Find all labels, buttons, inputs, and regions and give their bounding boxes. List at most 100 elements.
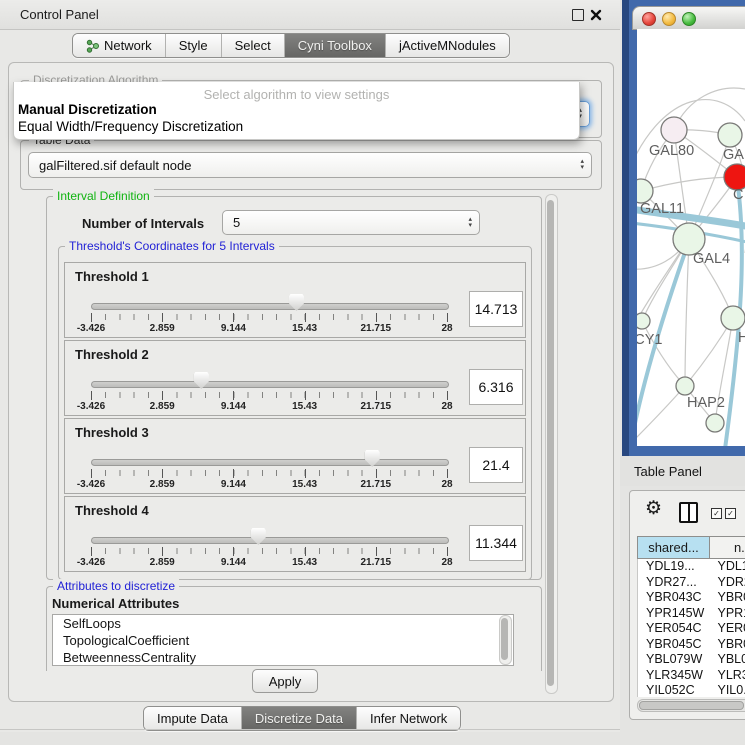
network-node-label: GA <box>723 147 744 163</box>
group-title: Threshold's Coordinates for 5 Intervals <box>65 239 279 253</box>
slider-major-tick <box>305 547 306 556</box>
attributes-list-scrollbar[interactable] <box>499 615 512 665</box>
slider-track[interactable] <box>91 459 449 466</box>
slider-tick-label: 21.715 <box>361 401 392 412</box>
slider-track[interactable] <box>91 537 449 544</box>
dropdown-option-equal-width-frequency[interactable]: Equal Width/Frequency Discretization <box>18 119 575 134</box>
dropdown-prompt: Select algorithm to view settings <box>14 87 579 102</box>
checkbox-checked-icon[interactable]: ✓ <box>725 508 736 519</box>
table-row[interactable]: YIL052CYIL0... <box>638 683 745 697</box>
tab-network[interactable]: Network <box>73 34 165 57</box>
table-row[interactable]: YER054CYER0... <box>638 621 745 637</box>
vertical-scrollbar[interactable] <box>545 194 558 694</box>
dropdown-option-manual-discretization[interactable]: Manual Discretization <box>18 102 575 117</box>
tab-discretize-data[interactable]: Discretize Data <box>241 707 356 730</box>
cell-shared-name: YER054C <box>638 621 710 637</box>
threshold-value-field[interactable]: 6.316 <box>469 369 523 405</box>
minimize-traffic-light[interactable] <box>662 12 676 26</box>
network-node-h[interactable] <box>721 306 745 330</box>
table-row[interactable]: YPR145WYPR1... <box>638 606 745 622</box>
cell-shared-name: YPR145W <box>638 606 710 622</box>
network-node-label: HAP2 <box>687 395 725 411</box>
slider-major-tick <box>91 469 92 478</box>
network-canvas[interactable]: GAL80GACGAL11GAL4GCY1HHAP2 <box>637 29 745 446</box>
cell-name: YBR0... <box>710 590 745 606</box>
column-header-name[interactable]: n... <box>710 536 745 559</box>
numerical-attributes-label: Numerical Attributes <box>52 596 179 611</box>
table-row[interactable]: YBR045CYBR0... <box>638 637 745 653</box>
float-window-icon[interactable] <box>572 9 584 21</box>
threshold-value-field[interactable]: 11.344 <box>469 525 523 561</box>
threshold-value-field[interactable]: 14.713 <box>469 291 523 327</box>
apply-button[interactable]: Apply <box>252 669 318 693</box>
network-icon <box>86 39 99 53</box>
slider-major-tick <box>376 469 377 478</box>
attribute-list-item[interactable]: TopologicalCoefficient <box>53 632 513 649</box>
network-node-ga[interactable] <box>718 123 742 147</box>
tab-label: jActiveMNodules <box>399 38 496 53</box>
gear-icon[interactable]: ⚙ <box>645 499 662 518</box>
tab-infer-network[interactable]: Infer Network <box>356 707 460 730</box>
horizontal-scrollbar[interactable] <box>637 699 745 712</box>
control-panel-titlebar[interactable]: Control Panel <box>0 0 620 30</box>
cell-name: YER0... <box>710 621 745 637</box>
table-data-combo-value: galFiltered.sif default node <box>39 158 191 173</box>
table-data-combobox[interactable]: galFiltered.sif default node ▴▾ <box>28 152 592 178</box>
tab-jactivemnodules[interactable]: jActiveMNodules <box>385 34 509 57</box>
table-body: YDL19...YDL1...YDR27...YDR2...YBR043CYBR… <box>637 559 745 697</box>
network-node[interactable] <box>706 414 724 432</box>
slider-major-tick <box>233 313 234 322</box>
scrollbar-thumb[interactable] <box>501 618 508 660</box>
attribute-list-item[interactable]: BetweennessCentrality <box>53 649 513 666</box>
number-of-intervals-combobox[interactable]: 5 ▴▾ <box>222 210 480 235</box>
tab-style[interactable]: Style <box>165 34 221 57</box>
tab-cyni-toolbox[interactable]: Cyni Toolbox <box>284 34 385 57</box>
slider-major-tick <box>91 547 92 556</box>
tab-select[interactable]: Select <box>221 34 284 57</box>
scrollbar-thumb[interactable] <box>639 701 744 710</box>
table-row[interactable]: YDR27...YDR2... <box>638 575 745 591</box>
zoom-traffic-light[interactable] <box>682 12 696 26</box>
slider-track[interactable] <box>91 381 449 388</box>
top-tab-bar: NetworkStyleSelectCyni Toolbox jActiveMNo… <box>72 33 510 58</box>
slider-tick-label: 9.144 <box>221 479 246 490</box>
close-traffic-light[interactable] <box>642 12 656 26</box>
cell-shared-name: YBR045C <box>638 637 710 653</box>
table-row[interactable]: YBR043CYBR0... <box>638 590 745 606</box>
network-window-titlebar[interactable] <box>632 6 745 30</box>
network-node-gal80[interactable] <box>661 117 687 143</box>
slider-tick-label: 15.43 <box>292 401 317 412</box>
network-node-hap2[interactable] <box>676 377 694 395</box>
slider-tick-label: -3.426 <box>77 557 105 568</box>
slider-major-tick <box>91 391 92 400</box>
slider-major-tick <box>447 469 448 478</box>
slider-track[interactable] <box>91 303 449 310</box>
table-row[interactable]: YDL19...YDL1... <box>638 559 745 575</box>
column-header-shared-name[interactable]: shared... <box>637 536 710 559</box>
cell-shared-name: YBR043C <box>638 590 710 606</box>
network-node-gcy1[interactable] <box>637 313 650 329</box>
cell-shared-name: YDR27... <box>638 575 710 591</box>
threshold-value-field[interactable]: 21.4 <box>469 447 523 483</box>
tab-label: Discretize Data <box>255 711 343 726</box>
split-columns-icon[interactable] <box>679 502 698 523</box>
table-row[interactable]: YLR345WYLR3... <box>638 668 745 684</box>
slider-tick-label: 28 <box>441 557 452 568</box>
slider-major-tick <box>447 391 448 400</box>
table-row[interactable]: YBL079WYBL0... <box>638 652 745 668</box>
network-edge[interactable] <box>637 386 685 443</box>
attribute-list-item[interactable]: SelfLoops <box>53 615 513 632</box>
slider-major-tick <box>162 469 163 478</box>
network-edge[interactable] <box>641 177 737 191</box>
checkbox-checked-icon[interactable]: ✓ <box>711 508 722 519</box>
network-edge[interactable] <box>685 239 689 386</box>
slider-major-tick <box>305 313 306 322</box>
slider-major-tick <box>233 469 234 478</box>
scrollbar-thumb[interactable] <box>547 200 554 686</box>
numerical-attributes-list[interactable]: SelfLoopsTopologicalCoefficientBetweenne… <box>52 614 514 666</box>
cell-name: YBR0... <box>710 637 745 653</box>
cell-shared-name: YIL052C <box>638 683 710 697</box>
window-bottom-edge <box>0 729 620 730</box>
close-icon[interactable] <box>590 9 602 21</box>
tab-impute-data[interactable]: Impute Data <box>144 707 241 730</box>
